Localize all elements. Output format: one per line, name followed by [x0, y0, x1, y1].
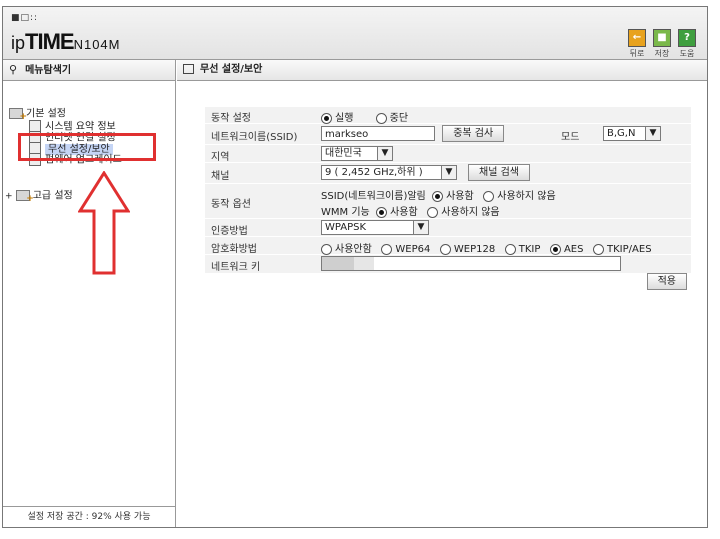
tree-group-advanced[interactable]: + 고급 설정 — [5, 190, 73, 205]
storage-status: 설정 저장 공간 : 92% 사용 가능 — [3, 506, 175, 527]
network-key-input[interactable] — [321, 256, 621, 271]
channel-search-button[interactable]: 채널 검색 — [468, 164, 530, 181]
help-icon: ? — [678, 29, 696, 47]
save-button[interactable]: ■ 저장 — [652, 29, 672, 59]
radio-enc-wep128[interactable] — [439, 243, 451, 255]
annotation-up-arrow-icon — [78, 171, 130, 275]
tree-group-basic[interactable]: 기본 설정 — [9, 108, 66, 123]
radio-operation-on[interactable] — [321, 112, 332, 124]
radio-ssid-broadcast-on[interactable] — [432, 190, 444, 202]
back-icon: ← — [628, 29, 646, 47]
main-header: 무선 설정/보안 — [177, 60, 707, 81]
auth-select[interactable]: WPAPSK ▼ — [321, 220, 429, 235]
toolbar: ← 뒤로 ■ 저장 ? 도움 — [627, 29, 697, 59]
apply-button[interactable]: 적용 — [646, 273, 687, 290]
radio-enc-none[interactable] — [321, 243, 332, 255]
row-options: 동작 옵션 SSID(네트워크이름)알림 사용함 사용하지 않음 WMM 기능 … — [205, 184, 691, 218]
back-button[interactable]: ← 뒤로 — [627, 29, 647, 59]
row-channel: 채널 9 ( 2,452 GHz,하위 ) ▼ 채널 검색 — [205, 163, 691, 183]
ssid-input[interactable]: markseo — [321, 126, 435, 141]
annotation-highlight-box — [18, 133, 156, 161]
radio-wmm-on[interactable] — [376, 206, 388, 218]
sidebar: ⚲메뉴탐색기 기본 설정 시스템 요약 정보 인터넷 연결 설정 무선 설정/보… — [3, 60, 176, 527]
radio-operation-off[interactable] — [375, 112, 387, 124]
main-panel: 무선 설정/보안 동작 설정 실행 중단 네트워크이름(SSID) markse… — [177, 60, 707, 527]
radio-enc-tkip[interactable] — [504, 243, 516, 255]
iptime-logo: ipTIMEN104M — [11, 29, 121, 54]
sidebar-header: ⚲ 메뉴탐색기 — [3, 60, 175, 81]
header-bar: ■□:: ipTIMEN104M ← 뒤로 ■ 저장 ? 도움 — [3, 7, 707, 60]
chevron-down-icon: ▼ — [441, 166, 456, 179]
help-button[interactable]: ? 도움 — [677, 29, 697, 59]
radio-ssid-broadcast-off[interactable] — [483, 190, 495, 202]
row-region: 지역 대한민국 ▼ — [205, 145, 691, 163]
radio-wmm-off[interactable] — [427, 206, 439, 218]
magnifier-icon: ⚲ — [9, 63, 18, 76]
window-menu-dots[interactable]: ■□:: — [11, 13, 38, 23]
region-select[interactable]: 대한민국 ▼ — [321, 146, 393, 161]
duplicate-check-button[interactable]: 중복 검사 — [442, 125, 505, 142]
row-encryption: 암호화방법 사용안함 WEP64 WEP128 TKIP AES TKIP/AE… — [205, 237, 691, 255]
chevron-down-icon: ▼ — [413, 221, 428, 234]
folder-icon — [15, 190, 34, 205]
row-ssid: 네트워크이름(SSID) markseo 중복 검사 모드 B,G,N ▼ — [205, 124, 691, 144]
save-icon: ■ — [653, 29, 671, 47]
folder-icon — [9, 108, 27, 123]
row-operation: 동작 설정 실행 중단 — [205, 107, 691, 124]
radio-enc-aes[interactable] — [549, 243, 561, 255]
mode-select[interactable]: B,G,N ▼ — [603, 126, 661, 141]
chevron-down-icon: ▼ — [645, 127, 660, 140]
chevron-down-icon: ▼ — [377, 147, 392, 160]
row-auth: 인증방법 WPAPSK ▼ — [205, 219, 691, 237]
radio-enc-tkip-aes[interactable] — [593, 243, 605, 255]
radio-enc-wep64[interactable] — [381, 243, 393, 255]
channel-select[interactable]: 9 ( 2,452 GHz,하위 ) ▼ — [321, 165, 457, 180]
row-network-key: 네트워크 키 — [205, 255, 691, 273]
window-icon — [183, 64, 194, 74]
